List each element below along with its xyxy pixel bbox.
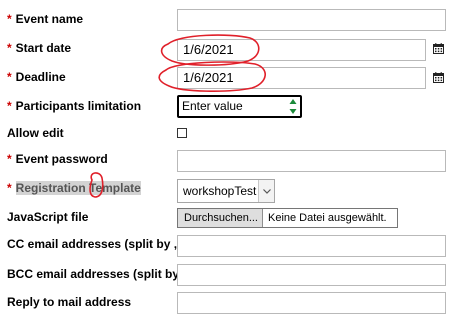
cc-email-label: CC email addresses (split by ,) <box>7 237 182 251</box>
reply-to-label: Reply to mail address <box>7 295 132 309</box>
required-marker: * <box>7 152 12 166</box>
javascript-file-input[interactable]: Durchsuchen... Keine Datei ausgewählt. <box>177 208 398 228</box>
event-name-input[interactable] <box>177 9 446 31</box>
required-marker: * <box>7 12 12 26</box>
browse-button[interactable]: Durchsuchen... <box>178 209 263 227</box>
required-marker: * <box>7 181 12 195</box>
required-marker: * <box>7 99 12 113</box>
registration-template-select[interactable]: workshopTest <box>177 179 275 203</box>
registration-template-selected: workshopTest <box>183 184 257 198</box>
required-marker: * <box>7 70 12 84</box>
reply-to-input[interactable] <box>177 292 446 314</box>
bcc-email-label: BCC email addresses (split by ,) <box>7 267 190 281</box>
chevron-down-icon[interactable] <box>258 180 274 202</box>
cc-email-input[interactable] <box>177 235 446 257</box>
event-password-label: * Event password <box>7 152 108 166</box>
javascript-file-label: JavaScript file <box>7 210 89 224</box>
event-password-input[interactable] <box>177 150 446 172</box>
deadline-label: * Deadline <box>7 70 66 84</box>
allow-edit-checkbox[interactable] <box>177 128 187 138</box>
file-status-text: Keine Datei ausgewählt. <box>267 212 387 224</box>
participants-limitation-label: * Participants limitation <box>7 99 142 113</box>
registration-template-label: * Registration Template <box>7 181 141 195</box>
calendar-icon[interactable] <box>433 72 444 83</box>
start-date-label: * Start date <box>7 41 72 55</box>
deadline-input[interactable]: 1/6/2021 <box>177 67 426 89</box>
number-spinner-icon[interactable] <box>289 98 297 115</box>
bcc-email-input[interactable] <box>177 264 446 286</box>
calendar-icon[interactable] <box>433 43 444 54</box>
event-name-label: * Event name <box>7 12 84 26</box>
start-date-input[interactable]: 1/6/2021 <box>177 39 426 61</box>
required-marker: * <box>7 41 12 55</box>
allow-edit-label: Allow edit <box>7 126 64 140</box>
participants-limitation-placeholder: Enter value <box>182 99 243 113</box>
participants-limitation-input[interactable]: Enter value <box>177 95 302 118</box>
registration-template-label-text: Registration Template <box>15 181 141 195</box>
